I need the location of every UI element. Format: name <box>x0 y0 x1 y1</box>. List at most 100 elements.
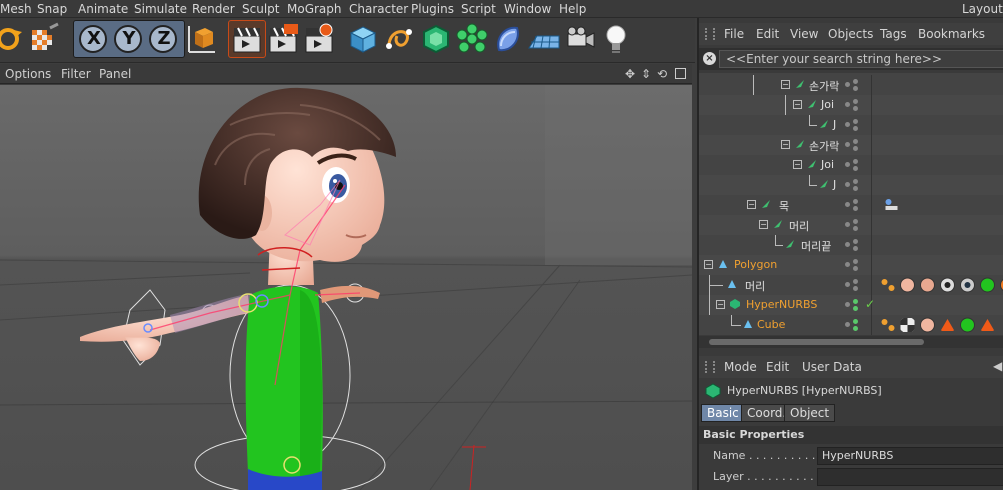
tree-row[interactable]: J <box>699 175 1003 195</box>
selection-tag-icon[interactable] <box>979 317 996 333</box>
axis-y-button[interactable]: Y <box>112 22 146 56</box>
menu-sculpt[interactable]: Sculpt <box>242 2 279 16</box>
weight-tag-icon[interactable] <box>879 317 896 333</box>
collapse-toggle-icon[interactable]: − <box>781 80 790 89</box>
panel-grip-icon[interactable] <box>705 28 715 40</box>
tree-row[interactable]: − 손가락 <box>699 135 1003 155</box>
om-menu-objects[interactable]: Objects <box>828 27 873 41</box>
om-menu-edit[interactable]: Edit <box>756 27 779 41</box>
floor-scene-icon[interactable] <box>527 22 561 56</box>
main-menubar: Mesh Snap Animate Simulate Render Sculpt… <box>0 0 1003 18</box>
collapse-toggle-icon[interactable]: − <box>781 140 790 149</box>
om-menu-bookmarks[interactable]: Bookmarks <box>918 27 985 41</box>
collapse-toggle-icon[interactable]: − <box>747 200 756 209</box>
am-menu-mode[interactable]: Mode <box>724 360 757 374</box>
layer-input[interactable] <box>817 468 1003 486</box>
weight-tag-icon[interactable] <box>879 277 896 293</box>
axis-x-button[interactable]: X <box>77 22 111 56</box>
name-input[interactable]: HyperNURBS <box>817 447 1003 465</box>
scrollbar-thumb[interactable] <box>709 339 924 345</box>
selection-tag-icon[interactable] <box>939 317 956 333</box>
back-arrow-icon[interactable]: ◀ <box>993 359 1002 373</box>
tree-row[interactable]: 머리 <box>699 275 1003 295</box>
rotate-tool-icon[interactable] <box>0 22 30 56</box>
clear-search-icon[interactable]: × <box>703 52 716 65</box>
render-region-icon[interactable] <box>266 22 300 56</box>
checker-material-tag-icon[interactable] <box>899 317 916 333</box>
panel-grip-icon[interactable] <box>705 361 715 373</box>
spline-pen-icon[interactable] <box>383 22 417 56</box>
viewport-menu-options[interactable]: Options <box>5 67 51 81</box>
object-name: HyperNURBS <box>746 298 818 311</box>
menu-plugins[interactable]: Plugins <box>411 2 454 16</box>
menu-render[interactable]: Render <box>192 2 235 16</box>
menu-help[interactable]: Help <box>559 2 586 16</box>
cube-primitive-icon[interactable] <box>346 22 380 56</box>
collapse-toggle-icon[interactable]: − <box>793 160 802 169</box>
render-settings-icon[interactable] <box>302 22 336 56</box>
camera-icon[interactable] <box>563 22 597 56</box>
om-menu-view[interactable]: View <box>790 27 818 41</box>
enabled-check-icon[interactable]: ✓ <box>865 297 875 311</box>
tree-row[interactable]: − HyperNURBS ✓ <box>699 295 1003 315</box>
object-name: 손가락 <box>809 80 840 93</box>
menu-window[interactable]: Window <box>504 2 551 16</box>
object-tree-scrollbar[interactable] <box>699 336 1003 348</box>
tree-row[interactable]: − 목 <box>699 195 1003 215</box>
collapse-toggle-icon[interactable]: − <box>716 300 725 309</box>
om-menu-tags[interactable]: Tags <box>880 27 907 41</box>
collapse-toggle-icon[interactable]: − <box>704 260 713 269</box>
collapse-toggle-icon[interactable]: − <box>759 220 768 229</box>
green-material-tag-icon[interactable] <box>959 317 976 333</box>
tree-row[interactable]: − Polygon <box>699 255 1003 275</box>
om-menu-file[interactable]: File <box>724 27 744 41</box>
am-menu-edit[interactable]: Edit <box>766 360 789 374</box>
render-view-icon[interactable] <box>230 22 264 56</box>
menu-animate[interactable]: Animate <box>78 2 128 16</box>
tree-row[interactable]: − 손가락 <box>699 75 1003 95</box>
collapse-toggle-icon[interactable]: − <box>793 100 802 109</box>
attribute-manager-menubar: Mode Edit User Data ◀ <box>699 356 1003 378</box>
light-icon[interactable] <box>599 22 633 56</box>
move-view-icon[interactable]: ✥ <box>625 67 635 81</box>
nurbs-generator-icon[interactable] <box>419 22 453 56</box>
skin-material-tag-icon[interactable] <box>919 317 936 333</box>
menu-mograph[interactable]: MoGraph <box>287 2 342 16</box>
tree-row[interactable]: − 머리 <box>699 215 1003 235</box>
eye-material-tag-icon[interactable] <box>939 277 956 293</box>
array-mograph-icon[interactable] <box>455 22 489 56</box>
object-search-input[interactable]: <<Enter your search string here>> <box>719 50 1003 68</box>
3d-viewport[interactable] <box>0 85 692 490</box>
viewport-menu-panel[interactable]: Panel <box>99 67 131 81</box>
menu-character[interactable]: Character <box>349 2 408 16</box>
coordinate-system-icon[interactable] <box>185 22 219 56</box>
menu-script[interactable]: Script <box>461 2 496 16</box>
menu-simulate[interactable]: Simulate <box>134 2 187 16</box>
tree-row[interactable]: 머리끝 <box>699 235 1003 255</box>
tab-basic[interactable]: Basic <box>701 404 745 422</box>
tree-row[interactable]: − Joi <box>699 95 1003 115</box>
tab-object[interactable]: Object <box>784 404 836 422</box>
deformer-icon[interactable] <box>491 22 525 56</box>
joint-icon <box>808 160 816 168</box>
skin-material-tag-icon[interactable] <box>899 277 916 293</box>
eye-material-tag-icon[interactable] <box>959 277 976 293</box>
orange-material-tag-icon[interactable] <box>999 277 1003 293</box>
axis-z-button[interactable]: Z <box>147 22 181 56</box>
menu-snap[interactable]: Snap <box>37 2 67 16</box>
skin-material-tag-icon[interactable] <box>919 277 936 293</box>
tree-row[interactable]: − Joi <box>699 155 1003 175</box>
tree-row[interactable]: Cube <box>699 315 1003 335</box>
viewport-menu-filter[interactable]: Filter <box>61 67 91 81</box>
polygon-object-icon <box>744 320 752 328</box>
layout-label[interactable]: Layout: <box>962 2 1003 16</box>
menu-mesh[interactable]: Mesh <box>0 2 32 16</box>
zoom-view-icon[interactable]: ⇕ <box>641 67 651 81</box>
ik-tag-icon[interactable] <box>883 197 900 213</box>
green-material-tag-icon[interactable] <box>979 277 996 293</box>
tree-row[interactable]: J <box>699 115 1003 135</box>
rotate-view-icon[interactable]: ⟲ <box>657 67 667 81</box>
am-menu-user-data[interactable]: User Data <box>802 360 862 374</box>
maximize-view-icon[interactable] <box>675 68 686 79</box>
checker-tool-icon[interactable] <box>28 22 62 56</box>
